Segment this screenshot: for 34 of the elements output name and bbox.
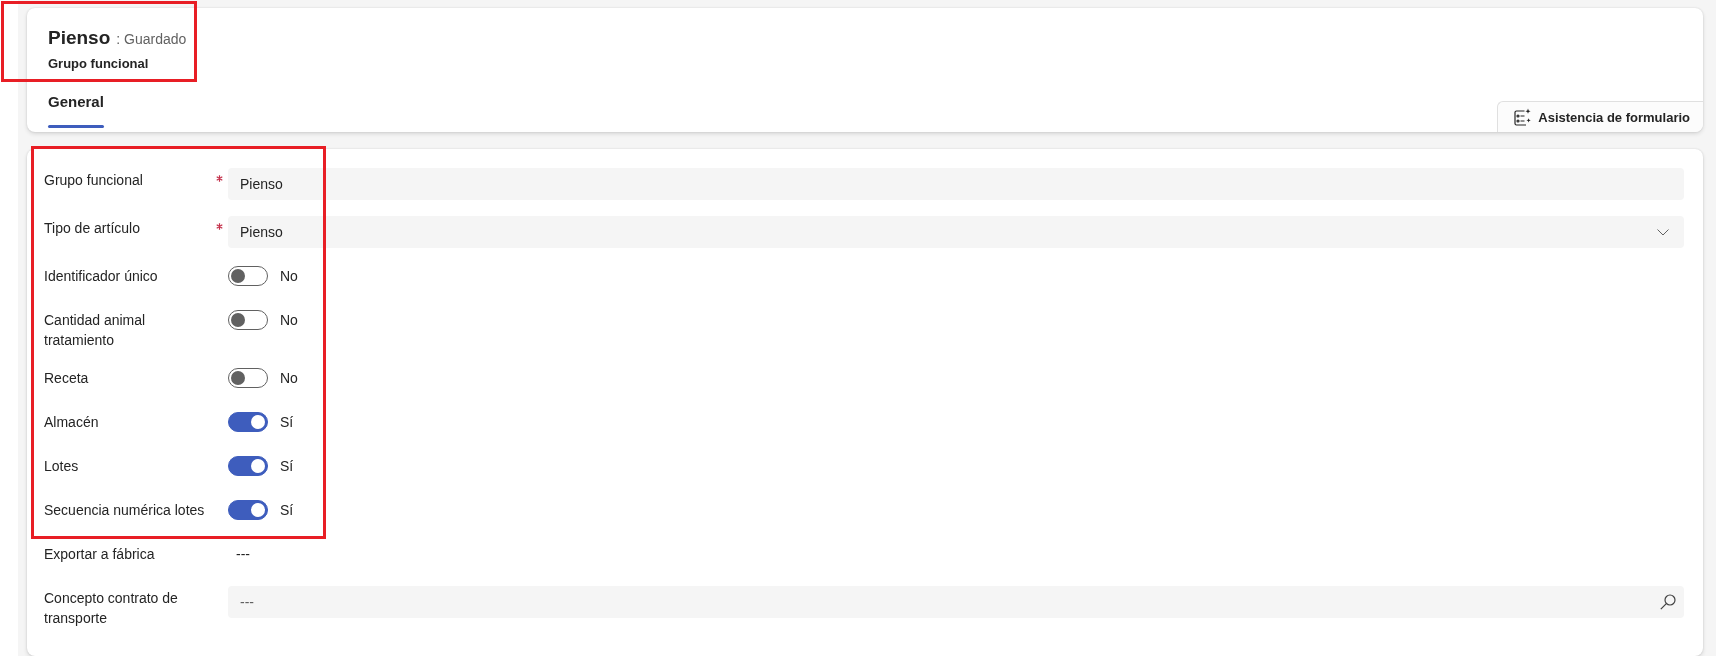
field-label: Cantidad animal tratamiento [44, 311, 147, 350]
field-value: --- [235, 545, 251, 564]
field-label: Tipo de artículo [44, 219, 141, 238]
field-label: Lotes [44, 457, 80, 476]
lookup-field[interactable]: --- [228, 586, 1684, 618]
record-title: Pienso [48, 26, 111, 50]
search-icon[interactable] [1660, 594, 1676, 610]
field-label: Almacén [44, 413, 100, 432]
field-label: Identificador único [44, 267, 159, 286]
field-label: Receta [44, 369, 90, 388]
toggle-switch[interactable] [228, 456, 268, 476]
form-assist-button[interactable]: Asistencia de formulario [1497, 101, 1703, 132]
tab[interactable]: General [48, 91, 104, 128]
form-sparkle-icon [1513, 108, 1532, 126]
field-label: Secuencia numérica lotes [44, 501, 206, 520]
toggle-switch[interactable] [228, 310, 268, 330]
toggle-value: Sí [280, 413, 294, 432]
save-status: : Guardado [116, 31, 187, 47]
field-label: Concepto contrato de transporte [44, 589, 179, 628]
field-label: Exportar a fábrica [44, 545, 156, 564]
toggle-value: No [280, 267, 298, 286]
toggle-switch[interactable] [228, 500, 268, 520]
dropdown-field[interactable]: Pienso [228, 216, 1684, 248]
text-field[interactable]: Pienso [228, 168, 1684, 200]
toggle-value: No [280, 311, 298, 330]
field-label: Grupo funcional [44, 171, 144, 190]
toggle-switch[interactable] [228, 266, 268, 286]
toggle-switch[interactable] [228, 412, 268, 432]
chevron-down-icon [1657, 228, 1669, 236]
toggle-switch[interactable] [228, 368, 268, 388]
toggle-value: No [280, 369, 298, 388]
toggle-value: Sí [280, 501, 294, 520]
toggle-value: Sí [280, 457, 294, 476]
entity-name: Grupo funcional [48, 55, 149, 73]
